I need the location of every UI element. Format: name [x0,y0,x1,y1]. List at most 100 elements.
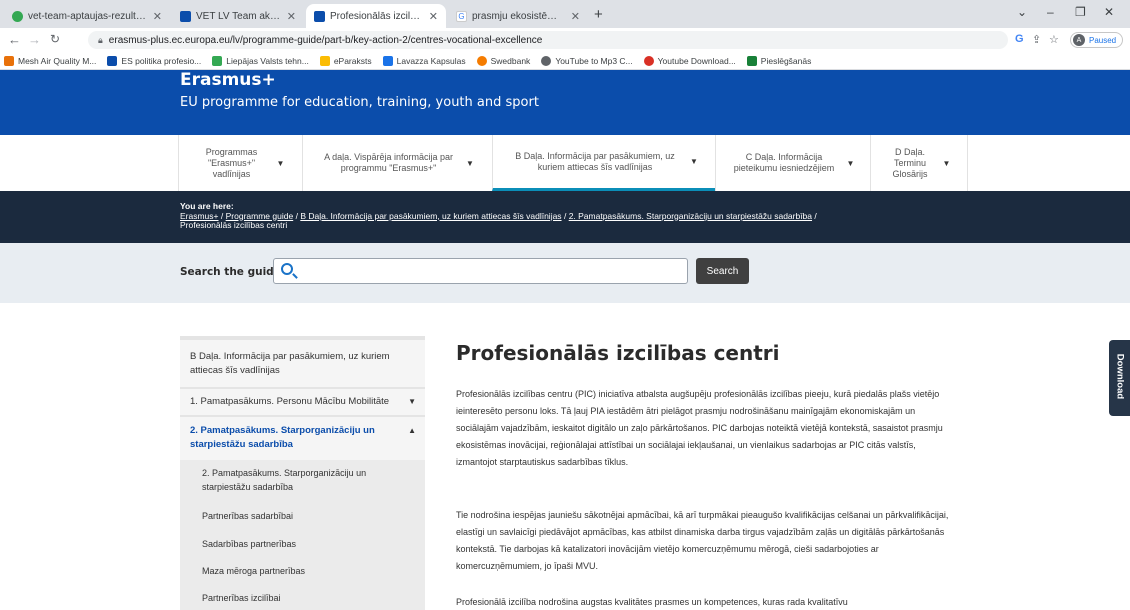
google-lens-icon[interactable]: G [1015,33,1024,45]
minimize-window-icon[interactable]: – [1047,5,1054,19]
nav-item-part-a[interactable]: A daļa. Vispārēja informācija par progra… [302,135,492,191]
bookmark-favicon-icon [643,55,654,66]
nav-item-part-d[interactable]: D Daļa. Terminu Glosārijs ▼ [870,135,968,191]
browser-tab-3-active[interactable]: Profesionālās izcilības centri | Era ✕ [306,4,446,28]
nav-item-label: C Daļa. Informācija pieteikumu iesniedzē… [733,152,835,173]
sidebar-subitem[interactable]: Maza mēroga partnerības [202,564,412,578]
profile-paused-button[interactable]: A Paused [1070,32,1124,48]
bookmark-item[interactable]: Youtube Download... [643,55,736,66]
divider [180,415,425,417]
close-window-icon[interactable]: ✕ [1104,5,1114,19]
search-label: Search the guide [180,266,281,278]
nav-item-part-c[interactable]: C Daļa. Informācija pieteikumu iesniedzē… [715,135,870,191]
nav-item-part-b[interactable]: B Daļa. Informācija par pasākumiem, uz k… [492,135,715,191]
sidebar-subitem[interactable]: 2. Pamatpasākums. Starporganizāciju un s… [202,466,412,494]
breadcrumb-link-key-action-2[interactable]: 2. Pamatpasākums. Starporganizāciju un s… [569,211,812,221]
browser-tab-2[interactable]: VET LV Team aktivitāte | Erasmu ✕ [172,4,304,28]
sidebar-header[interactable]: B Daļa. Informācija par pasākumiem, uz k… [190,350,415,378]
bookmark-label: Pieslēgšanās [760,55,812,66]
breadcrumb-separator: / [563,210,567,221]
caret-down-icon: ▼ [846,158,855,168]
address-bar-url: erasmus-plus.ec.europa.eu/lv/programme-g… [108,34,543,46]
eu-flag-favicon-icon [180,10,191,22]
bookmark-label: Liepājas Valsts tehn... [226,55,309,66]
breadcrumb-link-erasmus[interactable]: Erasmus+ [180,211,219,221]
main-navigation: Programmas "Erasmus+" vadlīnijas ▼ A daļ… [0,135,1130,191]
caret-down-icon[interactable]: ▼ [408,395,416,409]
download-label: Download [1114,353,1126,400]
browser-tab-4[interactable]: G prasmju ekosistēma - Google Se ✕ [448,4,588,28]
bookmark-item[interactable]: eParaksts [319,55,372,66]
caret-down-icon: ▼ [276,158,285,168]
web-page: Erasmus+ EU programme for education, tra… [0,70,1130,610]
share-icon[interactable]: ⇪ [1032,33,1041,46]
breadcrumb-separator: / [295,210,298,221]
chrome-favicon-icon [12,10,23,22]
eu-flag-favicon-icon [314,10,325,22]
bookmark-label: YouTube to Mp3 C... [555,55,633,66]
site-brand[interactable]: Erasmus+ [180,70,276,90]
close-tab-icon[interactable]: ✕ [571,10,580,23]
sidebar-item-key-action-2[interactable]: 2. Pamatpasākums. Starporganizāciju un s… [190,424,420,452]
close-tab-icon[interactable]: ✕ [153,10,162,23]
new-tab-button[interactable]: + [594,6,603,23]
sidebar-subitem[interactable]: Partnerības sadarbībai [202,509,412,523]
bookmark-label: Lavazza Kapsulas [396,55,466,66]
site-tagline: EU programme for education, training, yo… [180,95,539,110]
restore-window-icon[interactable]: ❐ [1075,5,1086,19]
search-input[interactable] [273,258,688,284]
bookmark-item[interactable]: Lavazza Kapsulas [382,55,466,66]
bookmark-item[interactable]: Mesh Air Quality M... [4,55,96,66]
caret-up-icon[interactable]: ▲ [408,424,416,438]
back-arrow-icon[interactable]: ← [8,32,21,47]
bookmark-favicon-icon [382,55,393,66]
breadcrumb-link-programme-guide[interactable]: Programme guide [226,211,294,221]
profile-status: Paused [1089,35,1117,45]
bookmark-favicon-icon [212,55,223,66]
site-header: Erasmus+ EU programme for education, tra… [0,70,1130,135]
bookmark-item[interactable]: Pieslēgšanās [746,55,812,66]
browser-tab-strip: vet-team-aptaujas-rezultati_ww ✕ VET LV … [0,0,1130,28]
bookmarks-bar: Mesh Air Quality M... ES politika profes… [0,52,1130,70]
breadcrumb-separator: / [220,210,224,221]
bookmark-favicon-icon [319,55,330,66]
bookmark-label: eParaksts [333,55,372,66]
bookmark-favicon-icon [476,55,487,66]
nav-item-label: Programmas "Erasmus+" vadlīnijas [205,146,258,179]
sidebar-item-key-action-1[interactable]: 1. Pamatpasākums. Personu Mācību Mobilit… [190,395,420,409]
guide-search-band: Search the guide Search [0,243,1130,303]
bookmark-item[interactable]: Swedbank [476,55,531,66]
tab-search-chevron-icon[interactable]: ⌄ [1017,5,1027,19]
nav-item-label: A daļa. Vispārēja informācija par progra… [324,152,453,173]
browser-toolbar: ← → ↻ 🔒︎ erasmus-plus.ec.europa.eu/lv/pr… [0,28,1130,52]
download-side-tab[interactable]: Download [1109,340,1130,416]
breadcrumb-separator: / [814,210,817,221]
bookmark-favicon-icon [4,55,14,66]
nav-item-label: D Daļa. Terminu Glosārijs [892,146,928,179]
close-tab-icon[interactable]: ✕ [287,10,296,23]
guide-sidebar: B Daļa. Informācija par pasākumiem, uz k… [180,336,425,610]
bookmark-item[interactable]: Liepājas Valsts tehn... [212,55,309,66]
forward-arrow-icon[interactable]: → [28,32,41,47]
browser-tab-1[interactable]: vet-team-aptaujas-rezultati_ww ✕ [4,4,170,28]
sidebar-subitem[interactable]: Sadarbības partnerības [202,537,412,551]
lock-icon: 🔒︎ [98,34,103,45]
bookmark-label: ES politika profesio... [121,55,202,66]
bookmark-star-icon[interactable]: ☆ [1049,33,1059,46]
browser-tab-title: Profesionālās izcilības centri | Era [330,10,423,22]
caret-down-icon: ▼ [466,158,474,168]
close-tab-icon[interactable]: ✕ [429,10,438,23]
browser-tab-title: prasmju ekosistēma - Google Se [472,10,565,22]
breadcrumb-link-part-b[interactable]: B Daļa. Informācija par pasākumiem, uz k… [300,211,561,221]
search-button[interactable]: Search [696,258,749,284]
bookmark-label: Swedbank [490,55,531,66]
bookmark-item[interactable]: ES politika profesio... [107,55,202,66]
address-bar[interactable]: 🔒︎ erasmus-plus.ec.europa.eu/lv/programm… [88,31,1008,49]
article-paragraph: Tie nodrošina iespējas jauniešu sākotnēj… [456,510,949,571]
nav-item-programme-guide[interactable]: Programmas "Erasmus+" vadlīnijas ▼ [178,135,302,191]
reload-icon[interactable]: ↻ [50,32,60,46]
sidebar-submenu: 2. Pamatpasākums. Starporganizāciju un s… [180,460,425,610]
breadcrumb-current: Profesionālās izcilības centri [180,220,288,230]
bookmark-item[interactable]: YouTube to Mp3 C... [541,55,633,66]
sidebar-subitem[interactable]: Partnerības izcilībai [202,591,412,605]
